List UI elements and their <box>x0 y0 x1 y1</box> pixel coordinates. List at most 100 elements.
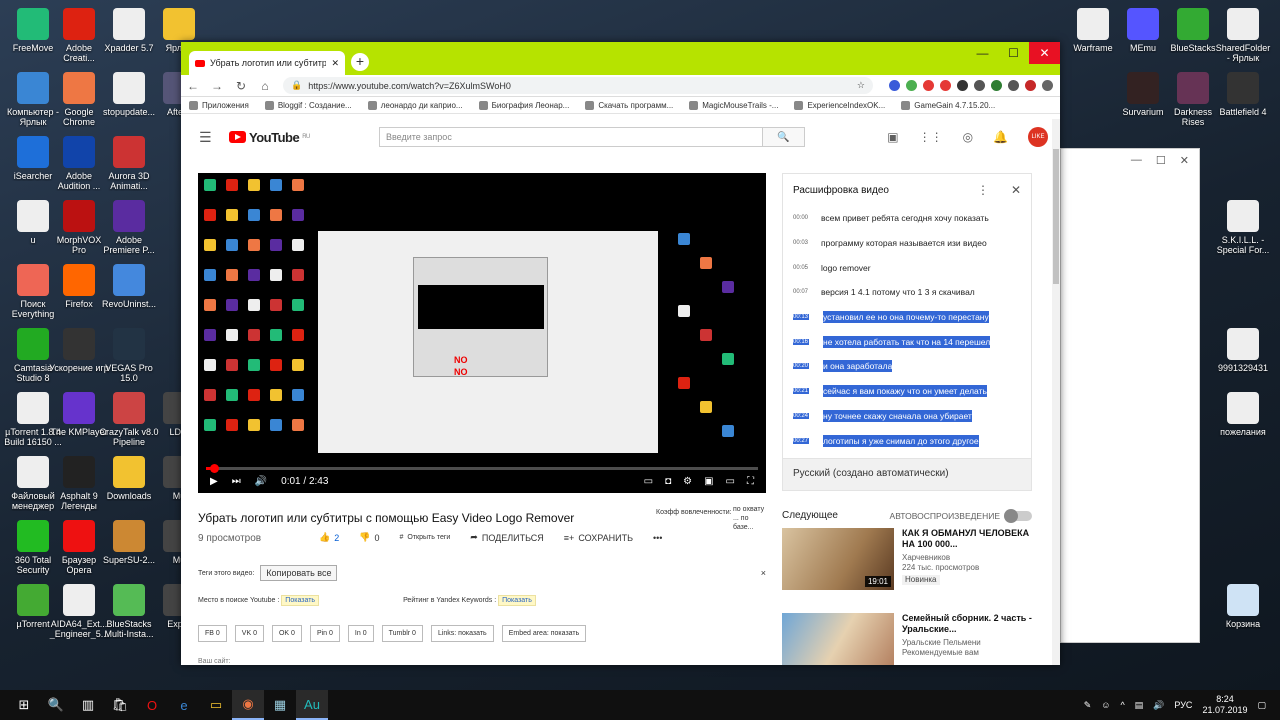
volume-icon[interactable]: 🔊 <box>1153 700 1164 711</box>
edge-icon[interactable]: e <box>168 690 200 720</box>
extension-icon[interactable] <box>974 80 985 91</box>
desktop-icon[interactable]: RevoUninst... <box>99 264 159 309</box>
maximize-icon[interactable]: ☐ <box>1156 154 1166 167</box>
task-view-icon[interactable]: ▥ <box>72 690 104 720</box>
bookmark-item[interactable]: ExperienceIndexOK... <box>794 100 885 110</box>
bookmark-item[interactable]: MagicMouseTrails -... <box>689 100 778 110</box>
close-button[interactable]: ✕ <box>1029 42 1060 64</box>
bookmark-star-icon[interactable]: ☆ <box>857 80 865 91</box>
people-icon[interactable]: ☺ <box>1101 700 1110 710</box>
extension-icon[interactable] <box>957 80 968 91</box>
search-icon[interactable]: 🔍 <box>40 690 72 720</box>
youtube-logo[interactable]: YouTube RU <box>229 130 379 145</box>
more-options-icon[interactable]: ••• <box>653 533 662 543</box>
desktop-icon[interactable]: SharedFolder - Ярлык <box>1213 8 1273 63</box>
social-counter[interactable]: VK 0 <box>234 625 264 642</box>
miniplayer-icon[interactable]: ▣ <box>704 476 713 487</box>
reload-icon[interactable]: ↻ <box>235 79 247 93</box>
home-icon[interactable]: ⌂ <box>259 79 271 93</box>
browser-tab[interactable]: Убрать логотип или субтитры с ✕ <box>189 51 345 75</box>
search-input[interactable]: Введите запрос <box>379 127 763 147</box>
transcript-line[interactable]: 00:07 версия 1 4.1 потому что 1 3 я скачи… <box>793 280 1021 305</box>
share-button[interactable]: ➦ ПОДЕЛИТЬСЯ <box>470 532 544 543</box>
minimize-icon[interactable]: — <box>1131 154 1142 166</box>
pen-icon[interactable]: ✎ <box>1084 700 1092 711</box>
video-thumbnail[interactable]: 19:01 <box>782 528 894 590</box>
social-counter[interactable]: In 0 <box>347 625 374 642</box>
messages-icon[interactable]: ◎ <box>963 130 973 144</box>
menu-icon[interactable] <box>1042 80 1053 91</box>
language-indicator[interactable]: РУС <box>1174 700 1192 710</box>
transcript-line[interactable]: 00:27 логотипы я уже снимал до этого друг… <box>793 428 1021 453</box>
desktop-icon[interactable]: Battlefield 4 <box>1213 72 1273 117</box>
new-tab-button[interactable]: + <box>351 53 369 71</box>
social-counter[interactable]: Pin 0 <box>309 625 340 642</box>
bookmark-item[interactable]: Скачать программ... <box>585 100 673 110</box>
notifications-icon[interactable]: ▢ <box>1257 700 1266 711</box>
profile-icon[interactable] <box>1025 80 1036 91</box>
file-explorer-icon[interactable]: ▭ <box>200 690 232 720</box>
page-scrollbar[interactable] <box>1052 119 1060 665</box>
extension-icon[interactable] <box>889 80 900 91</box>
forward-icon[interactable]: → <box>211 79 223 93</box>
desktop-icon[interactable]: 9991329431 <box>1213 328 1273 373</box>
transcript-language-selector[interactable]: Русский (создано автоматически) <box>782 459 1032 491</box>
screenshot-icon[interactable]: ◘ <box>665 476 671 487</box>
social-counter[interactable]: FB 0 <box>198 625 227 642</box>
bookmark-item[interactable]: леонардо ди каприо... <box>367 100 463 110</box>
volume-icon[interactable]: 🔊 <box>255 476 267 487</box>
transcript-line[interactable]: 00:00 всем привет ребята сегодня хочу пок… <box>793 206 1021 231</box>
notifications-bell-icon[interactable]: 🔔 <box>993 130 1008 144</box>
bookmark-item[interactable]: Биография Леонар... <box>478 100 569 110</box>
theater-mode-icon[interactable]: ▭ <box>726 476 735 487</box>
search-place-show-button[interactable]: Показать <box>281 595 320 606</box>
windows-start-icon[interactable]: ⊞ <box>8 690 40 720</box>
next-icon[interactable]: ⏭ <box>232 476 241 487</box>
back-icon[interactable]: ← <box>187 79 199 93</box>
clock[interactable]: 8:24 21.07.2019 <box>1202 694 1247 716</box>
store-icon[interactable]: 🛍 <box>104 690 136 720</box>
desktop-icon[interactable]: Корзина <box>1213 584 1273 629</box>
social-counter[interactable]: Tumblr 0 <box>381 625 423 642</box>
bookmark-item[interactable]: Приложения <box>189 100 249 110</box>
transcript-line[interactable]: 00:16 не хотела работать так что на 14 пе… <box>793 329 1021 354</box>
desktop-icon[interactable]: S.K.I.L.L. - Special For... <box>1213 200 1273 255</box>
autoplay-toggle[interactable] <box>1004 508 1032 523</box>
scrollbar-thumb[interactable] <box>1053 149 1059 284</box>
tab-close-icon[interactable]: ✕ <box>331 58 339 69</box>
subtitles-icon[interactable]: ▭ <box>644 476 653 487</box>
background-window[interactable]: — ☐ ✕ <box>1060 148 1200 643</box>
dislike-button[interactable]: 👎 0 <box>359 532 379 543</box>
chrome-taskbar-icon[interactable]: ◉ <box>232 690 264 720</box>
play-icon[interactable]: ▶ <box>210 476 218 487</box>
hamburger-menu-icon[interactable]: ☰ <box>199 129 229 146</box>
desktop-icon[interactable]: VEGAS Pro 15.0 <box>99 328 159 383</box>
desktop-icon[interactable]: пожелания <box>1213 392 1273 437</box>
yandex-rating-show-button[interactable]: Показать <box>498 595 536 606</box>
bookmark-item[interactable]: GameGain 4.7.15.20... <box>901 100 995 110</box>
address-bar[interactable]: 🔒 https://www.youtube.com/watch?v=Z6Xulm… <box>283 77 873 94</box>
apps-grid-icon[interactable]: ⋮⋮ <box>919 130 943 144</box>
fullscreen-icon[interactable]: ⛶ <box>747 476 754 487</box>
extension-icon[interactable] <box>991 80 1002 91</box>
close-icon[interactable]: ✕ <box>1180 154 1189 167</box>
transcript-line[interactable]: 00:05 logo remover <box>793 255 1021 280</box>
minimize-button[interactable]: — <box>967 42 998 64</box>
social-counter[interactable]: OK 0 <box>271 625 302 642</box>
search-button[interactable]: 🔍 <box>763 127 805 147</box>
app-taskbar-icon[interactable]: ▦ <box>264 690 296 720</box>
video-player[interactable]: NO NO ▶ ⏭ 🔊 0:01 / 2:43 ▭ ◘ ⚙ ▣ ▭ ⛶ <box>198 173 766 493</box>
desktop-icon[interactable]: Adobe Premiere P... <box>99 200 159 255</box>
opera-icon[interactable]: O <box>136 690 168 720</box>
chevron-up-icon[interactable]: ^ <box>1120 700 1124 710</box>
social-counter[interactable]: Embed area: показать <box>501 625 587 642</box>
avatar[interactable]: LIKE <box>1028 127 1048 147</box>
network-icon[interactable]: ▤ <box>1135 700 1144 711</box>
copy-all-button[interactable]: Копировать все <box>260 565 338 581</box>
close-icon[interactable]: × <box>761 568 766 578</box>
bookmark-item[interactable]: Bloggif : Создание... <box>264 100 352 110</box>
transcript-line[interactable]: 00:21 сейчас я вам покажу что он умеет де… <box>793 379 1021 404</box>
transcript-line[interactable]: 00:03 программу которая называется изи ви… <box>793 231 1021 256</box>
extension-icon[interactable] <box>923 80 934 91</box>
transcript-line[interactable]: 00:13 установил ее но она почему-то перес… <box>793 305 1021 330</box>
